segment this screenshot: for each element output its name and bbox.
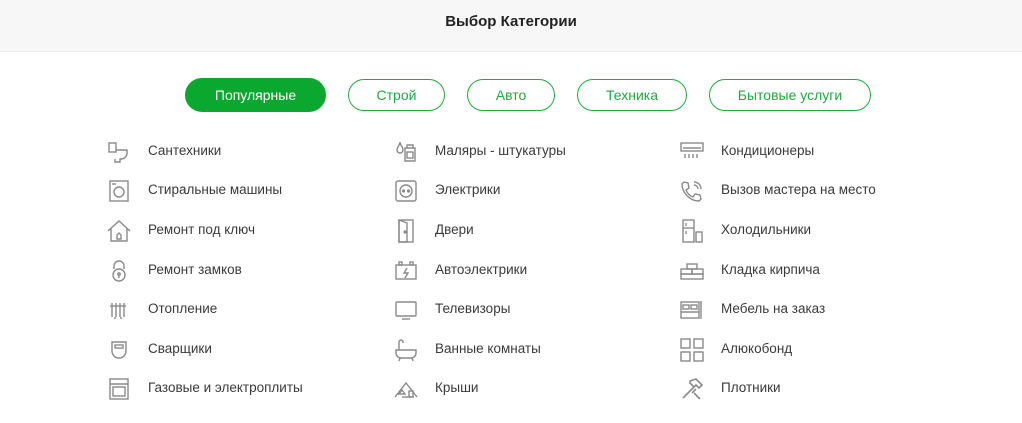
tab-household-services[interactable]: Бытовые услуги <box>709 79 871 111</box>
fridge-icon <box>680 219 704 243</box>
car-battery-icon <box>394 259 418 283</box>
lock-icon <box>107 259 131 283</box>
category-label: Кладка кирпича <box>721 262 820 277</box>
washing-machine-icon <box>107 179 131 203</box>
category-item-custom-furniture[interactable]: Мебель на заказ <box>680 298 825 322</box>
category-item-welders[interactable]: Сварщики <box>107 338 212 362</box>
house-icon <box>107 219 131 243</box>
category-label: Ванные комнаты <box>435 341 541 356</box>
page-header: Выбор Категории <box>0 0 1022 52</box>
category-label: Автоэлектрики <box>435 262 528 277</box>
category-item-stoves[interactable]: Газовые и электроплиты <box>107 377 303 401</box>
roof-icon <box>394 377 418 401</box>
category-item-auto-electricians[interactable]: Автоэлектрики <box>394 259 527 283</box>
hammer-icon <box>680 377 704 401</box>
socket-icon <box>394 179 418 203</box>
radiator-icon <box>107 298 131 322</box>
category-label: Холодильники <box>721 222 812 237</box>
category-item-call-master[interactable]: Вызов мастера на место <box>680 179 876 203</box>
category-label: Сантехники <box>148 143 222 158</box>
category-item-plumbers[interactable]: Сантехники <box>107 140 221 164</box>
bricks-icon <box>680 259 704 283</box>
category-item-tvs[interactable]: Телевизоры <box>394 298 510 322</box>
category-label: Плотники <box>721 380 781 395</box>
category-label: Вызов мастера на место <box>721 182 876 197</box>
category-label: Электрики <box>435 182 501 197</box>
toilet-icon <box>107 140 131 164</box>
category-item-fridges[interactable]: Холодильники <box>680 219 811 243</box>
category-label: Маляры - штукатуры <box>435 143 566 158</box>
category-label: Отопление <box>148 301 218 316</box>
category-label: Телевизоры <box>435 301 511 316</box>
category-item-air-conditioners[interactable]: Кондиционеры <box>680 140 814 164</box>
category-label: Ремонт замков <box>148 262 242 277</box>
phone-call-icon <box>680 179 704 203</box>
category-item-carpenters[interactable]: Плотники <box>680 377 781 401</box>
air-conditioner-icon <box>680 140 704 164</box>
door-icon <box>394 219 418 243</box>
category-label: Газовые и электроплиты <box>148 380 303 395</box>
category-item-alucobond[interactable]: Алюкобонд <box>680 338 792 362</box>
category-label: Сварщики <box>148 341 212 356</box>
category-item-bathrooms[interactable]: Ванные комнаты <box>394 338 541 362</box>
category-item-bricklaying[interactable]: Кладка кирпича <box>680 259 820 283</box>
category-item-roofs[interactable]: Крыши <box>394 377 478 401</box>
bathtub-icon <box>394 338 418 362</box>
category-label: Крыши <box>435 380 479 395</box>
tab-electronics[interactable]: Техника <box>577 79 687 111</box>
tv-icon <box>394 298 418 322</box>
category-item-lock-repair[interactable]: Ремонт замков <box>107 259 242 283</box>
category-label: Алюкобонд <box>721 341 793 356</box>
page-title: Выбор Категории <box>445 13 577 30</box>
category-item-doors[interactable]: Двери <box>394 219 474 243</box>
category-label: Ремонт под ключ <box>148 222 256 237</box>
panels-icon <box>680 338 704 362</box>
tab-auto[interactable]: Авто <box>467 79 555 111</box>
stove-icon <box>107 377 131 401</box>
category-tabs: Популярные Строй Авто Техника Бытовые ус… <box>0 78 1022 112</box>
category-label: Двери <box>435 222 474 237</box>
category-item-painters[interactable]: Маляры - штукатуры <box>394 140 566 164</box>
category-label: Стиральные машины <box>148 182 283 197</box>
tab-popular[interactable]: Популярные <box>185 78 326 112</box>
category-item-heating[interactable]: Отопление <box>107 298 217 322</box>
category-item-washing-machines[interactable]: Стиральные машины <box>107 179 282 203</box>
bed-icon <box>680 298 704 322</box>
category-item-turnkey-repair[interactable]: Ремонт под ключ <box>107 219 255 243</box>
tab-construction[interactable]: Строй <box>348 79 445 111</box>
category-label: Мебель на заказ <box>721 301 826 316</box>
category-item-electricians[interactable]: Электрики <box>394 179 500 203</box>
category-label: Кондиционеры <box>721 143 815 158</box>
welding-mask-icon <box>107 338 131 362</box>
paint-bucket-icon <box>394 140 418 164</box>
